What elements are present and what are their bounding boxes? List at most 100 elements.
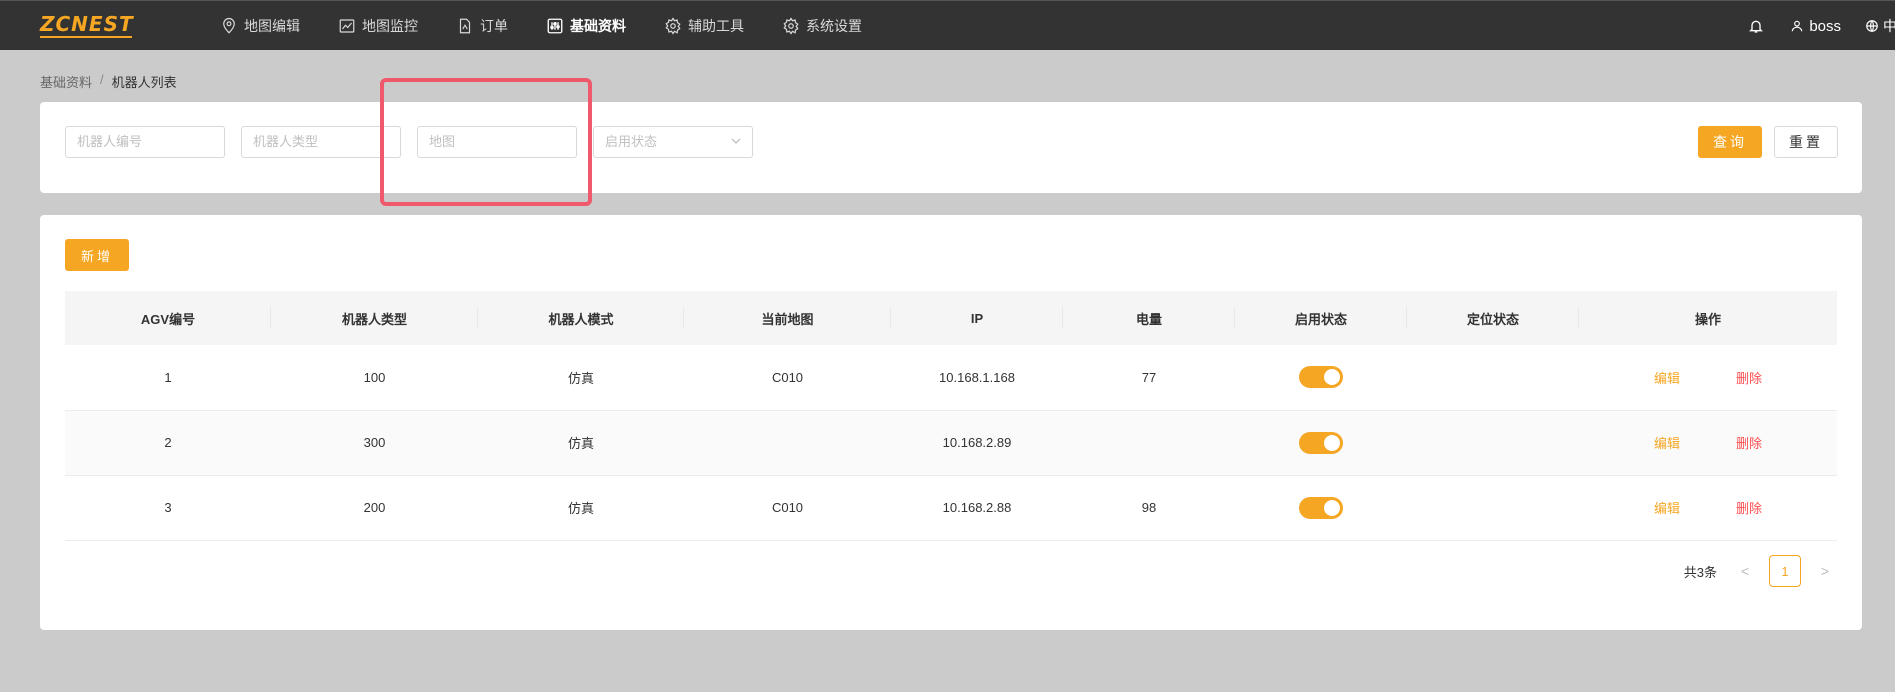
delete-link[interactable]: 删除 xyxy=(1736,498,1762,517)
agv-number-cell: 3 xyxy=(65,475,271,541)
ip-cell: 10.168.1.168 xyxy=(891,345,1063,411)
column-header: 定位状态 xyxy=(1407,291,1579,345)
delete-link[interactable]: 删除 xyxy=(1736,368,1762,387)
nav-label: 订单 xyxy=(480,18,508,34)
breadcrumb: 基础资料 / 机器人列表 xyxy=(40,72,177,91)
robot-type-input[interactable]: 机器人类型 xyxy=(241,126,401,158)
reset-button[interactable]: 重置 xyxy=(1774,126,1838,158)
file-icon xyxy=(459,18,471,34)
nav-item-basic-data[interactable]: 基础资料 xyxy=(546,1,626,51)
column-header: 机器人模式 xyxy=(478,291,684,345)
map-pin-icon xyxy=(223,17,235,34)
user-name: boss xyxy=(1809,17,1841,35)
locate-status-cell xyxy=(1407,475,1579,541)
toggle-knob xyxy=(1324,499,1340,516)
locate-status-cell xyxy=(1407,345,1579,411)
edit-link[interactable]: 编辑 xyxy=(1654,433,1680,452)
robot-mode-cell: 仿真 xyxy=(478,475,684,541)
logo-text: ZCNEST xyxy=(40,12,134,36)
status-select[interactable]: 启用状态 xyxy=(593,126,753,158)
nav-item-settings[interactable]: 系统设置 xyxy=(782,1,862,51)
prev-page-button[interactable]: < xyxy=(1733,563,1757,579)
nav-item-map-edit[interactable]: 地图编辑 xyxy=(220,1,300,51)
pagination-total: 共3条 xyxy=(1683,564,1717,580)
breadcrumb-root[interactable]: 基础资料 xyxy=(40,72,92,91)
current-map-cell xyxy=(684,410,891,476)
table-row: 3 200 仿真 C010 10.168.2.88 98 编辑 删除 xyxy=(65,475,1837,541)
actions-cell: 编辑 删除 xyxy=(1579,475,1837,541)
page-button-current[interactable]: 1 xyxy=(1769,555,1801,587)
nav-label: 地图监控 xyxy=(362,18,418,34)
nav-label: 基础资料 xyxy=(570,18,626,34)
agv-number-cell: 2 xyxy=(65,410,271,476)
current-map-cell: C010 xyxy=(684,475,891,541)
delete-link[interactable]: 删除 xyxy=(1736,433,1762,452)
ip-cell: 10.168.2.88 xyxy=(891,475,1063,541)
enabled-toggle[interactable] xyxy=(1299,431,1343,454)
status-select-placeholder: 启用状态 xyxy=(605,134,658,149)
current-map-cell: C010 xyxy=(684,345,891,411)
edit-link[interactable]: 编辑 xyxy=(1654,498,1680,517)
map-input[interactable]: 地图 xyxy=(417,126,577,158)
table-row: 1 100 仿真 C010 10.168.1.168 77 编辑 删除 xyxy=(65,345,1837,411)
battery-cell: 77 xyxy=(1063,345,1235,411)
language-switch[interactable]: 中文 xyxy=(1865,16,1895,36)
enabled-cell xyxy=(1235,410,1407,476)
nav-item-map-monitor[interactable]: 地图监控 xyxy=(338,1,418,51)
column-header: 机器人类型 xyxy=(271,291,478,345)
main-nav: 地图编辑 地图监控 订单 基础资料 辅助工具 系统设置 xyxy=(220,1,900,51)
nav-label: 系统设置 xyxy=(806,18,862,34)
actions-cell: 编辑 删除 xyxy=(1579,410,1837,476)
logo-underline xyxy=(40,36,132,38)
enabled-cell xyxy=(1235,345,1407,411)
agv-number-cell: 1 xyxy=(65,345,271,411)
column-header: 电量 xyxy=(1063,291,1235,345)
robot-list-panel: 新增 AGV编号 机器人类型 机器人模式 当前地图 IP 电量 启用状态 定位状… xyxy=(40,215,1862,630)
nav-item-tools[interactable]: 辅助工具 xyxy=(664,1,744,51)
brand-logo[interactable]: ZCNEST xyxy=(40,12,134,38)
enabled-toggle[interactable] xyxy=(1299,496,1343,519)
robot-type-cell: 300 xyxy=(271,410,478,476)
nav-label: 地图编辑 xyxy=(244,18,300,34)
enabled-toggle[interactable] xyxy=(1299,366,1343,389)
nav-label: 辅助工具 xyxy=(688,18,744,34)
bell-icon[interactable] xyxy=(1748,18,1764,34)
toggle-knob xyxy=(1324,369,1340,386)
nav-item-orders[interactable]: 订单 xyxy=(456,1,508,51)
query-button[interactable]: 查询 xyxy=(1698,126,1762,158)
column-header: 当前地图 xyxy=(684,291,891,345)
chart-line-icon xyxy=(339,19,355,33)
edit-link[interactable]: 编辑 xyxy=(1654,368,1680,387)
column-header: AGV编号 xyxy=(65,291,271,345)
user-menu[interactable]: boss xyxy=(1790,18,1841,35)
toggle-knob xyxy=(1324,434,1340,451)
robot-type-cell: 100 xyxy=(271,345,478,411)
battery-cell xyxy=(1063,410,1235,476)
language-label: 中文 xyxy=(1883,18,1895,34)
actions-cell: 编辑 删除 xyxy=(1579,345,1837,411)
battery-cell: 98 xyxy=(1063,475,1235,541)
column-header: 操作 xyxy=(1579,291,1837,345)
table-header-row: AGV编号 机器人类型 机器人模式 当前地图 IP 电量 启用状态 定位状态 操… xyxy=(65,291,1837,345)
next-page-button[interactable]: > xyxy=(1813,563,1837,579)
add-button[interactable]: 新增 xyxy=(65,239,129,271)
robot-mode-cell: 仿真 xyxy=(478,410,684,476)
locate-status-cell xyxy=(1407,410,1579,476)
robot-type-cell: 200 xyxy=(271,475,478,541)
top-right-tools: boss 中文 xyxy=(1748,1,1895,51)
ip-cell: 10.168.2.89 xyxy=(891,410,1063,476)
robot-mode-cell: 仿真 xyxy=(478,345,684,411)
gear-icon xyxy=(783,17,799,35)
breadcrumb-separator: / xyxy=(100,72,104,87)
robot-table: AGV编号 机器人类型 机器人模式 当前地图 IP 电量 启用状态 定位状态 操… xyxy=(65,291,1837,541)
table-row: 2 300 仿真 10.168.2.89 编辑 删除 xyxy=(65,410,1837,476)
gear-icon xyxy=(665,17,681,35)
column-header: IP xyxy=(891,291,1063,345)
pagination: 共3条 < 1 > xyxy=(1684,555,1837,587)
globe-icon xyxy=(1866,20,1878,32)
sliders-icon xyxy=(547,18,563,34)
robot-number-input[interactable]: 机器人编号 xyxy=(65,126,225,158)
column-header: 启用状态 xyxy=(1235,291,1407,345)
user-icon xyxy=(1792,20,1803,32)
chevron-down-icon xyxy=(731,138,741,144)
